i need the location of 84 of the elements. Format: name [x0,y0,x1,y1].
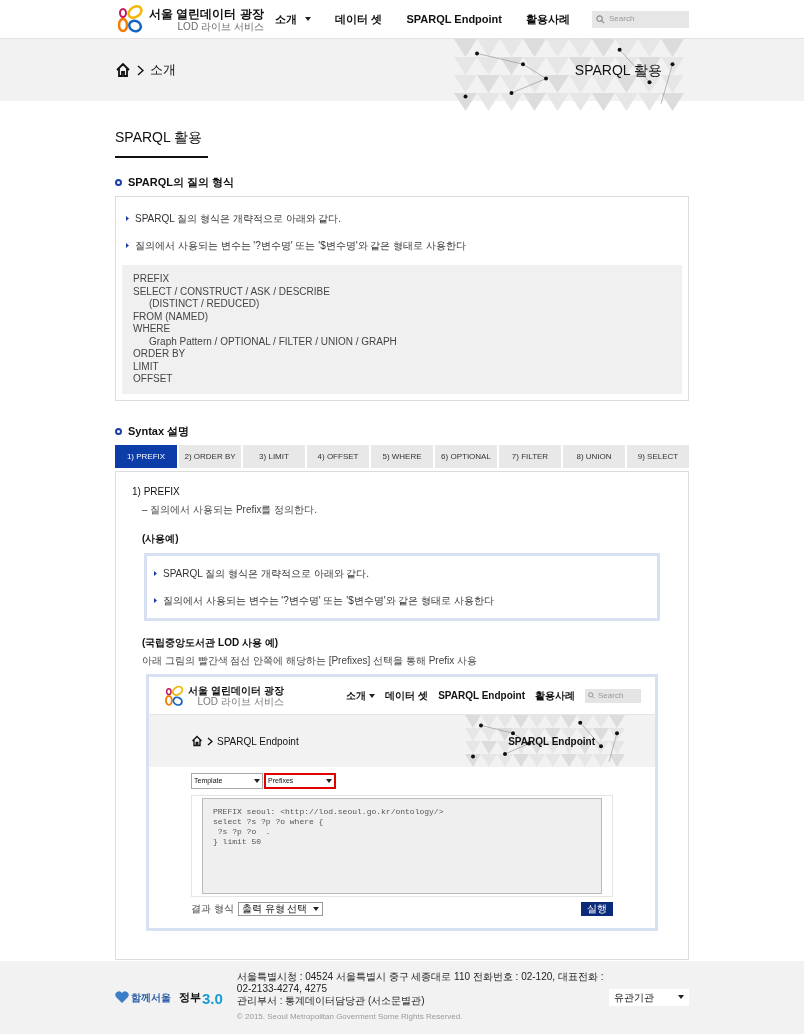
caret-icon [678,995,684,1000]
logo-subtitle: LOD 라이브 서비스 [197,696,284,707]
syntax-tab[interactable]: 3) LIMIT [243,445,305,469]
chevron-icon [137,64,144,76]
panel-title: 1) PREFIX [132,485,181,500]
home-icon [115,62,131,79]
nav-link[interactable]: SPARQL Endpoint [438,688,525,704]
footer-department: 관리부서 : 통계데이터담당관 (서소문별관) [236,995,426,1008]
nav-link[interactable]: 활용사례 [526,10,570,28]
bullet-text: SPARQL 질의 형식은 개략적으로 아래와 같다. [163,567,370,582]
caret-icon [313,907,320,911]
case-caption: 아래 그림의 빨간색 점선 안쪽에 해당하는 [Prefixes] 선택을 통해 Prefix 사용 [141,654,479,669]
case-title: (국립중앙도서관 LOD 사용 예) [141,636,280,651]
banner-title: SPARQL Endpoint [508,735,595,749]
syntax-tab[interactable]: 7) FILTER [499,445,561,469]
logo-subtitle: LOD 라이브 서비스 [177,20,264,32]
result-format-select[interactable]: 출력 유형 선택 [237,902,324,916]
bullet-icon [154,598,157,604]
caret-icon [305,17,312,22]
breadcrumb-text: SPARQL Endpoint [217,735,299,749]
logo-title: 서울 열린데이터 광장 [188,685,284,696]
search-icon [596,14,605,24]
bullet-icon [126,243,129,249]
syntax-tab[interactable]: 9) SELECT [627,445,689,469]
nav-link[interactable]: 활용사례 [535,688,575,704]
code-line: PREFIX [133,273,171,286]
syntax-tab[interactable]: 1) PREFIX [115,445,177,469]
bullet-ring-icon [115,427,122,435]
syntax-tab[interactable]: 2) ORDER BY [179,445,241,469]
result-format-label: 결과 형식 [191,902,234,917]
nav-link[interactable]: 소개 [275,10,298,28]
bullet-text: 질의에서 사용되는 변수는 '?변수명' 또는 '$변수명'와 같은 형태로 사용한다 [163,594,494,609]
banner-title: SPARQL 활용 [574,60,662,80]
search-icon [588,692,595,700]
query-line: select ?s ?p ?o where { [213,817,325,828]
nav-link[interactable]: 소개 [346,688,367,704]
example-label: (사용예) [141,532,180,547]
chevron-icon [207,737,213,746]
syntax-tab[interactable]: 6) OPTIONAL [435,445,497,469]
nav-link[interactable]: 데이터 셋 [385,688,429,704]
search-placeholder: Search [598,690,624,702]
caret-icon [369,694,376,698]
code-line: OFFSET [133,373,174,386]
flower-logo-icon [115,4,145,35]
query-line: PREFIX seoul: <http://lod.seoul.go.kr/ontology/> [213,807,445,818]
panel-description: – 질의에서 사용되는 Prefix를 정의한다. [141,503,318,518]
page-title: SPARQL 활용 [115,127,209,158]
logo-title: 서울 열린데이터 광장 [149,6,264,21]
gov-logo-text: 정부 [179,990,201,1005]
nav-link[interactable]: 데이터 셋 [335,10,383,28]
section-heading: SPARQL의 질의 형식 [128,175,235,190]
syntax-tab[interactable]: 4) OFFSET [307,445,369,469]
caret-icon [326,779,332,784]
query-editor[interactable]: PREFIX seoul: <http://lod.seoul.go.kr/ontology/> select ?s ?p ?o where { ?s ?p ?o . } limit 50 [202,798,602,895]
bullet-text: SPARQL 질의 형식은 개략적으로 아래와 같다. [135,212,342,227]
footer-logo-text: 함께서울 [131,990,171,1005]
bullet-icon [154,571,157,577]
flower-logo-icon [163,685,185,707]
syntax-tab[interactable]: 5) WHERE [371,445,433,469]
bullet-icon [126,216,129,222]
bullet-ring-icon [115,178,122,186]
section-heading: Syntax 설명 [128,424,190,439]
query-line: ?s ?p ?o . [216,827,272,838]
footer-copyright: © 2015. Seoul Metropolitan Goverment Some Rights Reserved. [236,1011,464,1024]
code-line: ORDER BY [133,348,187,361]
code-line: Graph Pattern / OPTIONAL / FILTER / UNION / GRAPH [148,336,398,349]
home-icon [191,735,203,748]
search-placeholder: Search [609,13,635,26]
syntax-tab[interactable]: 8) UNION [563,445,625,469]
gov-logo-version: 3.0 [202,990,223,1006]
related-sites-select[interactable]: 유관기관 [609,988,689,1006]
nav-link[interactable]: SPARQL Endpoint [406,10,502,28]
query-line: } limit 50 [213,837,262,848]
code-line: LIMIT [133,361,160,374]
code-line: WHERE [133,323,172,336]
run-button[interactable]: 실행 [581,902,613,916]
code-line: (DISTINCT / REDUCED) [148,298,261,311]
footer-address: 서울특별시청 : 04524 서울특별시 중구 세종대로 110 전화번호 : 02-120, 대표전화 : 02-2133-4274, 4275 [236,971,605,996]
breadcrumb-text: 소개 [150,61,176,80]
heart-icon [115,991,129,1004]
code-line: FROM (NAMED) [133,311,209,324]
caret-icon [254,779,260,784]
bullet-text: 질의에서 사용되는 변수는 '?변수명' 또는 '$변수명'와 같은 형태로 사용한다 [135,239,466,254]
code-line: SELECT / CONSTRUCT / ASK / DESCRIBE [133,286,331,299]
